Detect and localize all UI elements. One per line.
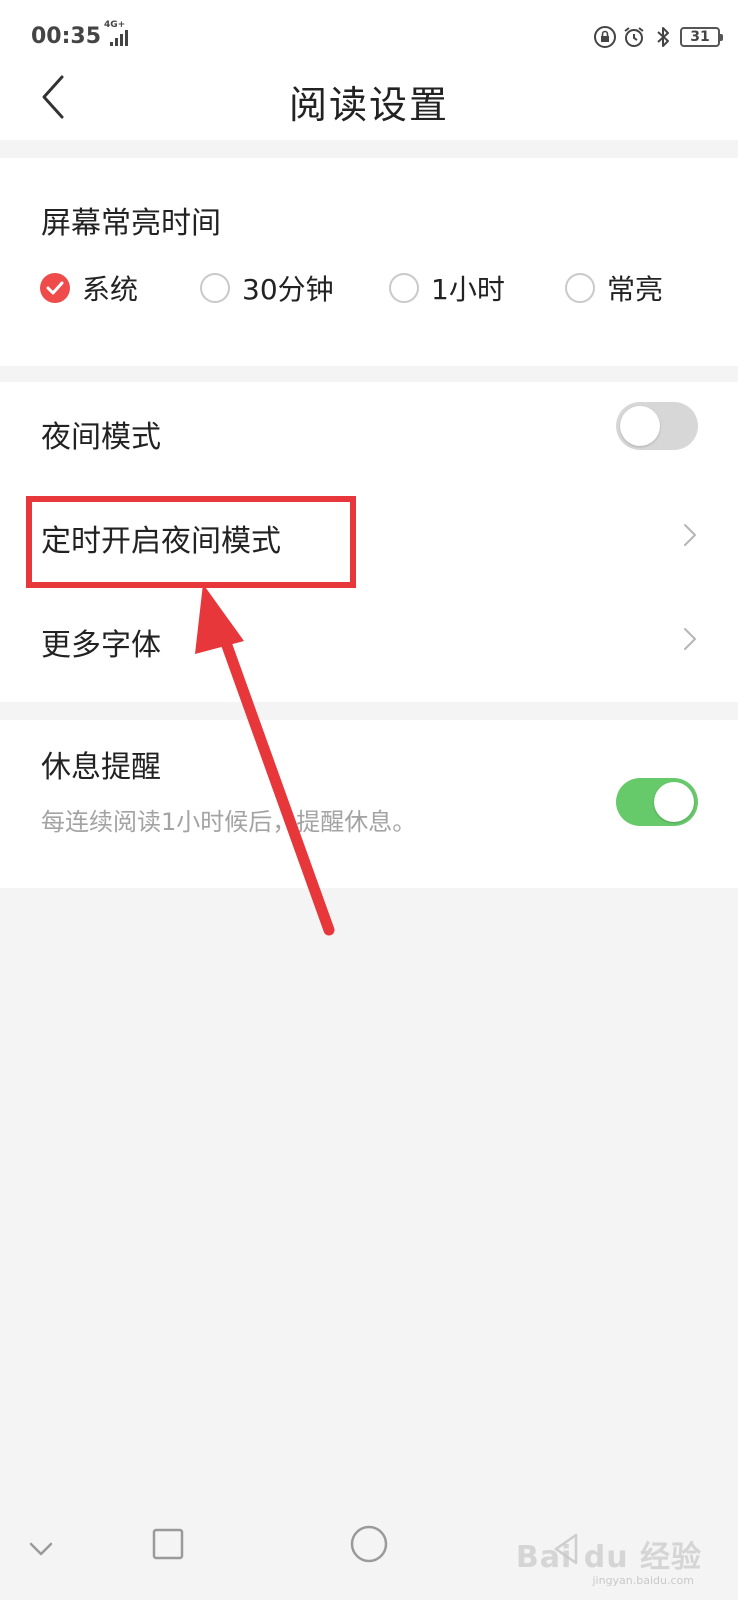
radio-option-30min[interactable]: 30分钟: [200, 268, 334, 308]
rest-reminder-toggle[interactable]: [616, 778, 698, 826]
screen-timeout-title: 屏幕常亮时间: [41, 206, 221, 241]
display-section: 夜间模式 定时开启夜间模式 更多字体: [0, 382, 738, 702]
toggle-knob: [654, 782, 694, 822]
nav-home-icon[interactable]: [349, 1524, 389, 1564]
radio-unchecked-icon: [200, 273, 230, 303]
screen-timeout-section: 屏幕常亮时间 系统 30分钟 1小时 常亮: [0, 158, 738, 366]
status-time: 00:35: [31, 24, 102, 49]
rest-reminder-description: 每连续阅读1小时候后，提醒休息。: [41, 808, 417, 836]
toggle-knob: [620, 406, 660, 446]
chevron-right-icon: [684, 628, 696, 650]
radio-option-1hour[interactable]: 1小时: [389, 268, 505, 308]
status-icons: 31: [593, 24, 723, 50]
rest-reminder-title: 休息提醒: [41, 750, 161, 785]
radio-option-system[interactable]: 系统: [40, 268, 138, 308]
radio-unchecked-icon: [389, 273, 419, 303]
night-mode-row: 夜间模式: [0, 382, 738, 482]
lock-rotation-icon: [594, 26, 616, 48]
radio-label: 30分钟: [242, 273, 334, 306]
watermark-logo: Bai du 经验: [515, 1540, 702, 1575]
signal-icon: 4G+: [104, 20, 134, 48]
system-navigation-bar: Bai du 经验 jingyan.baidu.com: [0, 1506, 738, 1600]
scheduled-night-mode-row[interactable]: 定时开启夜间模式: [0, 486, 738, 586]
chevron-right-icon: [684, 524, 696, 546]
nav-back-chevron-icon[interactable]: [28, 1540, 54, 1558]
night-mode-label: 夜间模式: [41, 420, 161, 455]
screen-timeout-options: 系统 30分钟 1小时 常亮: [0, 268, 738, 308]
radio-label: 系统: [82, 273, 139, 306]
more-fonts-row[interactable]: 更多字体: [0, 590, 738, 690]
more-fonts-label: 更多字体: [41, 628, 161, 663]
radio-label: 常亮: [607, 273, 664, 306]
night-mode-toggle[interactable]: [616, 402, 698, 450]
battery-indicator: 31: [680, 27, 723, 47]
alarm-icon: [624, 27, 644, 47]
radio-label: 1小时: [431, 273, 505, 306]
page-title: 阅读设置: [288, 83, 449, 127]
bluetooth-icon: [657, 27, 669, 47]
scheduled-night-mode-label: 定时开启夜间模式: [41, 524, 281, 559]
rest-reminder-section: 休息提醒 每连续阅读1小时候后，提醒休息。: [0, 720, 738, 888]
radio-checked-icon: [40, 273, 70, 303]
top-app-bar: 阅读设置: [0, 70, 738, 140]
radio-option-always-on[interactable]: 常亮: [565, 268, 663, 308]
watermark-url: jingyan.baidu.com: [592, 1574, 694, 1587]
nav-recents-icon[interactable]: [152, 1528, 184, 1560]
radio-unchecked-icon: [565, 273, 595, 303]
status-bar: 00:35 4G+ 31: [0, 0, 738, 70]
